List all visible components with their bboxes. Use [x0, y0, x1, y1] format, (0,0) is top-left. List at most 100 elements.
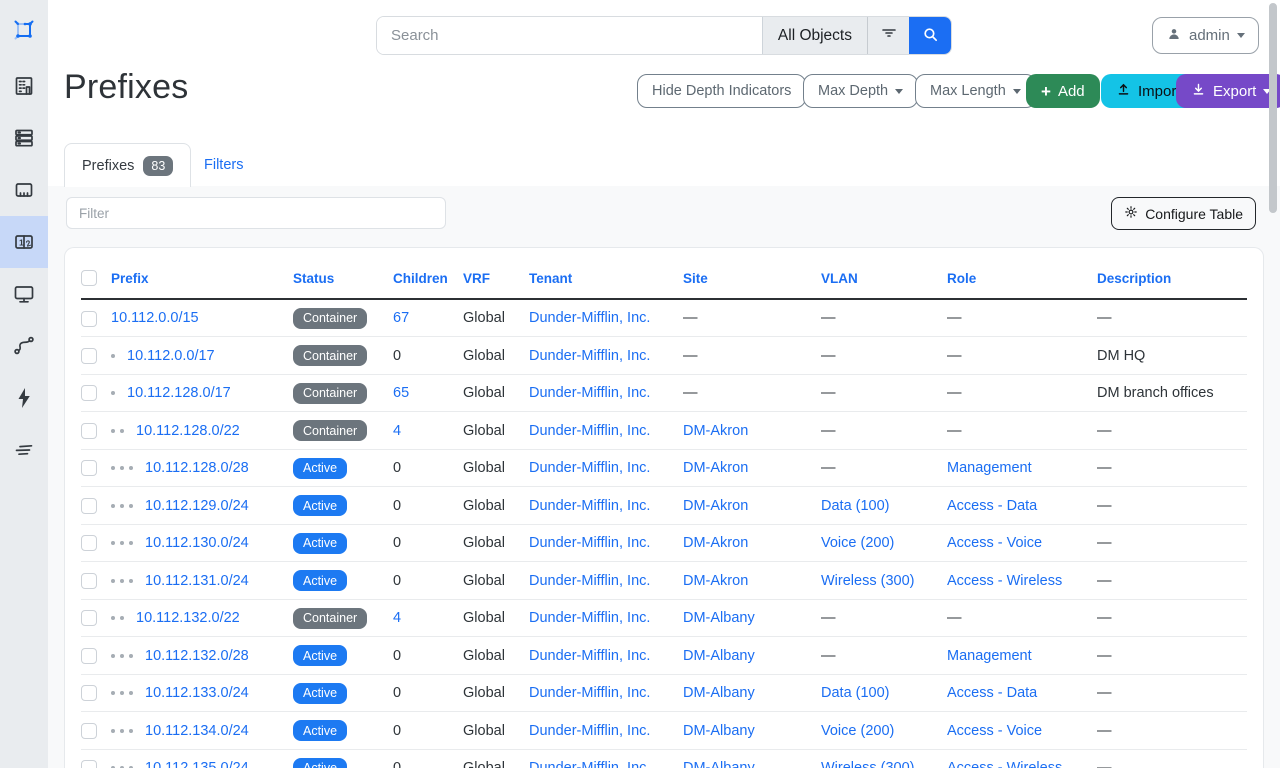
search-input[interactable]: [377, 17, 762, 54]
sidebar-item-circuits[interactable]: [0, 320, 48, 372]
sidebar-item-devices[interactable]: [0, 112, 48, 164]
row-checkbox[interactable]: [81, 460, 97, 476]
tenant-link[interactable]: Dunder-Mifflin, Inc.: [529, 760, 650, 768]
role-link[interactable]: Access - Voice: [947, 723, 1042, 739]
row-checkbox[interactable]: [81, 723, 97, 739]
site-link[interactable]: DM-Akron: [683, 535, 748, 551]
role-link[interactable]: Access - Data: [947, 498, 1037, 514]
sidebar-item-power[interactable]: [0, 372, 48, 424]
site-link[interactable]: DM-Akron: [683, 460, 748, 476]
row-checkbox[interactable]: [81, 610, 97, 626]
tenant-link[interactable]: Dunder-Mifflin, Inc.: [529, 535, 650, 551]
sidebar-item-connections[interactable]: [0, 164, 48, 216]
tab-filters[interactable]: Filters: [190, 143, 257, 186]
tenant-link[interactable]: Dunder-Mifflin, Inc.: [529, 423, 650, 439]
tenant-link[interactable]: Dunder-Mifflin, Inc.: [529, 723, 650, 739]
netbox-logo[interactable]: [0, 0, 48, 60]
column-header-role[interactable]: Role: [947, 262, 1097, 299]
row-checkbox[interactable]: [81, 685, 97, 701]
site-link[interactable]: DM-Albany: [683, 760, 755, 768]
row-checkbox[interactable]: [81, 348, 97, 364]
site-link[interactable]: DM-Albany: [683, 610, 755, 626]
tenant-link[interactable]: Dunder-Mifflin, Inc.: [529, 310, 650, 326]
prefix-link[interactable]: 10.112.130.0/24: [145, 535, 249, 551]
sidebar-item-ipam[interactable]: 12: [0, 216, 48, 268]
site-link[interactable]: DM-Albany: [683, 648, 755, 664]
vlan-link[interactable]: Wireless (300): [821, 760, 914, 768]
prefix-link[interactable]: 10.112.133.0/24: [145, 685, 249, 701]
tenant-link[interactable]: Dunder-Mifflin, Inc.: [529, 498, 650, 514]
page-scrollbar-thumb[interactable]: [1269, 3, 1277, 213]
tenant-link[interactable]: Dunder-Mifflin, Inc.: [529, 460, 650, 476]
role-link[interactable]: Access - Wireless: [947, 760, 1062, 768]
search-scope-dropdown[interactable]: All Objects: [762, 17, 867, 54]
site-link[interactable]: DM-Akron: [683, 423, 748, 439]
site-link[interactable]: DM-Albany: [683, 723, 755, 739]
sidebar-item-other[interactable]: [0, 424, 48, 476]
user-menu-button[interactable]: admin: [1152, 17, 1259, 54]
prefix-link[interactable]: 10.112.128.0/22: [136, 423, 240, 439]
tenant-link[interactable]: Dunder-Mifflin, Inc.: [529, 385, 650, 401]
max-length-dropdown[interactable]: Max Length: [915, 74, 1036, 108]
tenant-link[interactable]: Dunder-Mifflin, Inc.: [529, 573, 650, 589]
role-link[interactable]: Management: [947, 460, 1032, 476]
vlan-link[interactable]: Wireless (300): [821, 573, 914, 589]
prefix-link[interactable]: 10.112.135.0/24: [145, 760, 249, 768]
role-link[interactable]: Access - Voice: [947, 535, 1042, 551]
prefix-link[interactable]: 10.112.128.0/17: [127, 385, 231, 401]
site-link[interactable]: DM-Akron: [683, 498, 748, 514]
vlan-link[interactable]: Voice (200): [821, 723, 894, 739]
site-link[interactable]: DM-Albany: [683, 685, 755, 701]
column-header-vrf[interactable]: VRF: [463, 262, 529, 299]
children-count-link[interactable]: 65: [393, 385, 409, 401]
column-header-description[interactable]: Description: [1097, 262, 1247, 299]
configure-table-button[interactable]: Configure Table: [1111, 197, 1256, 230]
row-checkbox[interactable]: [81, 311, 97, 327]
column-header-vlan[interactable]: VLAN: [821, 262, 947, 299]
max-depth-dropdown[interactable]: Max Depth: [803, 74, 918, 108]
prefix-link[interactable]: 10.112.131.0/24: [145, 573, 249, 589]
prefix-link[interactable]: 10.112.134.0/24: [145, 723, 249, 739]
row-checkbox[interactable]: [81, 535, 97, 551]
search-filter-button[interactable]: [867, 17, 909, 54]
add-button[interactable]: + Add: [1026, 74, 1100, 108]
table-filter-input[interactable]: [66, 197, 446, 229]
column-header-site[interactable]: Site: [683, 262, 821, 299]
search-submit-button[interactable]: [909, 17, 951, 54]
tenant-link[interactable]: Dunder-Mifflin, Inc.: [529, 648, 650, 664]
prefix-link[interactable]: 10.112.128.0/28: [145, 460, 249, 476]
row-checkbox[interactable]: [81, 385, 97, 401]
export-button[interactable]: Export: [1176, 74, 1280, 108]
row-checkbox[interactable]: [81, 760, 97, 768]
select-all-checkbox[interactable]: [81, 270, 97, 286]
row-checkbox[interactable]: [81, 498, 97, 514]
column-header-tenant[interactable]: Tenant: [529, 262, 683, 299]
prefix-link[interactable]: 10.112.0.0/15: [111, 310, 199, 326]
hide-depth-indicators-button[interactable]: Hide Depth Indicators: [637, 74, 806, 108]
role-link[interactable]: Access - Wireless: [947, 573, 1062, 589]
prefix-link[interactable]: 10.112.129.0/24: [145, 498, 249, 514]
prefix-link[interactable]: 10.112.132.0/22: [136, 610, 240, 626]
column-header-children[interactable]: Children: [393, 262, 463, 299]
prefix-link[interactable]: 10.112.0.0/17: [127, 348, 215, 364]
tenant-link[interactable]: Dunder-Mifflin, Inc.: [529, 685, 650, 701]
row-checkbox[interactable]: [81, 423, 97, 439]
row-checkbox[interactable]: [81, 648, 97, 664]
vlan-link[interactable]: Data (100): [821, 498, 890, 514]
tenant-link[interactable]: Dunder-Mifflin, Inc.: [529, 348, 650, 364]
column-header-prefix[interactable]: Prefix: [111, 262, 293, 299]
role-link[interactable]: Access - Data: [947, 685, 1037, 701]
vlan-link[interactable]: Data (100): [821, 685, 890, 701]
tenant-link[interactable]: Dunder-Mifflin, Inc.: [529, 610, 650, 626]
sidebar-item-organization[interactable]: [0, 60, 48, 112]
tab-prefixes[interactable]: Prefixes 83: [64, 143, 191, 187]
children-count-link[interactable]: 4: [393, 423, 401, 439]
sidebar-item-virtualization[interactable]: [0, 268, 48, 320]
prefix-link[interactable]: 10.112.132.0/28: [145, 648, 249, 664]
role-link[interactable]: Management: [947, 648, 1032, 664]
children-count-link[interactable]: 4: [393, 610, 401, 626]
column-header-status[interactable]: Status: [293, 262, 393, 299]
site-link[interactable]: DM-Akron: [683, 573, 748, 589]
vlan-link[interactable]: Voice (200): [821, 535, 894, 551]
children-count-link[interactable]: 67: [393, 310, 409, 326]
